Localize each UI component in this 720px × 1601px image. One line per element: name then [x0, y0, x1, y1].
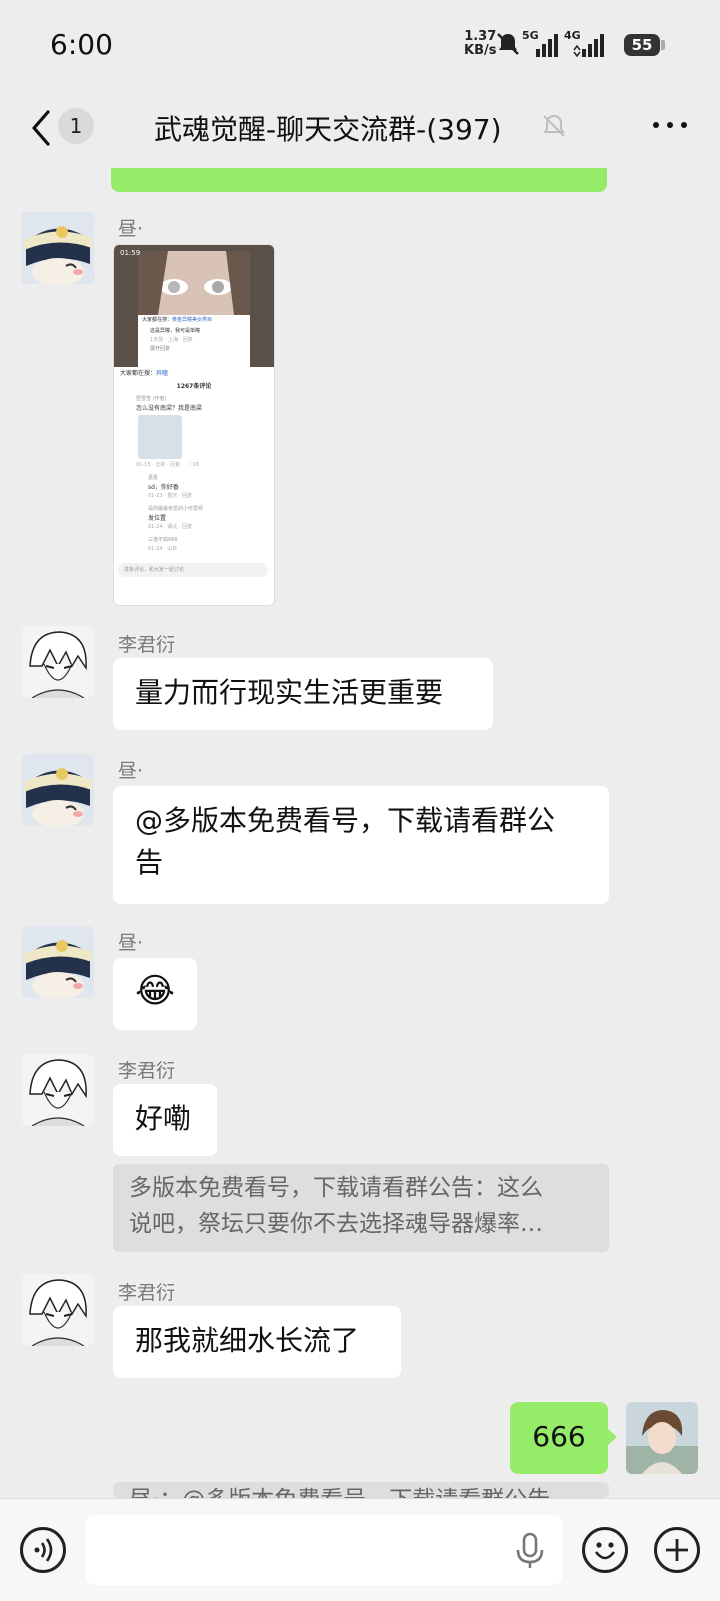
network-speed-value: 1.37 — [464, 29, 497, 44]
signal-5g-icon — [536, 34, 558, 57]
emoji-icon[interactable] — [582, 1527, 628, 1573]
quoted-text-line: 说吧，祭坛只要你不去选择魂导器爆率… — [129, 1211, 543, 1237]
screenshot-comment-count: 1267条评论 — [176, 383, 212, 390]
screenshot-comment-likes: 16 — [192, 462, 199, 468]
message-text-line: 告 — [135, 846, 164, 879]
screenshot-overlay-reply: 这是异瞳，我可是单瞳 — [150, 328, 201, 334]
message-input[interactable] — [86, 1515, 562, 1585]
message-bubble[interactable]: 量力而行现实生活更重要 — [113, 658, 493, 730]
screenshot-comment-meta: 01-15 · 北京 · 回复 — [136, 462, 181, 468]
previous-message-bubble-partial[interactable] — [111, 168, 607, 192]
network-speed: 1.37 KB/s — [464, 30, 496, 58]
sender-name: 昼· — [118, 218, 144, 240]
plus-icon[interactable] — [654, 1527, 700, 1573]
shared-screenshot-image[interactable]: 01:59 大家都在搜：黄金异瞳美女类目 这是异瞳，我可是单瞳 1天前 · 上海… — [113, 244, 275, 606]
status-time: 6:00 — [50, 28, 113, 61]
screenshot-reply-meta: 01-24 · 山东 — [148, 546, 178, 552]
sender-name: 李君衍 — [118, 1282, 176, 1304]
unread-count-badge[interactable]: 1 — [58, 108, 94, 144]
sender-name: 李君衍 — [118, 1060, 176, 1082]
screenshot-reply-meta: 01-24 · 湖北 · 回复 — [148, 524, 193, 530]
mute-status-icon — [497, 33, 519, 55]
screenshot-reply-meta: 01-23 · 重庆 · 回复 — [148, 493, 193, 499]
screenshot-time: 01:59 — [120, 249, 141, 257]
message-bubble[interactable]: 那我就细水长流了 — [113, 1306, 401, 1378]
screenshot-comment-input: 发条评论，和大家一起讨论 — [118, 563, 268, 577]
emoji-message-bubble[interactable]: 😂 — [113, 958, 197, 1030]
avatar-zhou[interactable] — [22, 754, 94, 826]
screenshot-comment-user: 昼雪雪 (作者) — [136, 396, 167, 402]
sender-name: 昼· — [118, 760, 144, 782]
screenshot-overlay-meta: 1天前 · 上海 · 回复 — [150, 337, 193, 343]
screenshot-comment-text: 怎么没有南梁？我是南梁 — [136, 405, 203, 412]
battery-indicator: 55 — [624, 34, 660, 56]
chevron-left-icon[interactable] — [28, 108, 58, 148]
quoted-message-partial[interactable]: 昼·：@多版本免费看号，下载请看群公告 — [113, 1482, 609, 1498]
screenshot-overlay-label: 大家都在搜： — [142, 317, 173, 323]
screenshot-reply-user: 是你最最亲爱的小可爱呀 — [148, 506, 204, 512]
screenshot-reply-user: 嘉嘉 — [148, 475, 159, 481]
message-bubble[interactable]: 好嘞 — [113, 1084, 217, 1156]
message-text-line: @多版本免费看号，下载请看群公 — [135, 804, 556, 837]
microphone-icon[interactable] — [514, 1532, 546, 1570]
voice-icon[interactable] — [20, 1527, 66, 1573]
screenshot-search-query: 异瞳 — [156, 370, 169, 377]
sender-name: 李君衍 — [118, 634, 176, 656]
screenshot-reply-text: sd，你好香 — [148, 484, 179, 491]
avatar-zhou[interactable] — [22, 926, 94, 998]
battery-tip — [661, 40, 665, 50]
avatar-li-junyan[interactable] — [22, 1054, 94, 1126]
quoted-text-line: 多版本免费看号，下载请看群公告：这么 — [129, 1175, 543, 1201]
message-bubble[interactable]: @多版本免费看号，下载请看群公 告 — [113, 786, 609, 904]
chat-title: 武魂觉醒-聊天交流群-(397) — [154, 113, 502, 146]
signal-4g-icon — [573, 34, 604, 58]
avatar-me[interactable] — [626, 1402, 698, 1474]
network-speed-unit: KB/s — [464, 43, 497, 58]
my-message-bubble[interactable]: 666 — [510, 1402, 608, 1474]
screenshot-overlay-query: 黄金异瞳美女类目 — [172, 317, 213, 323]
bubble-tail — [607, 1428, 617, 1446]
screenshot-reply-text: 发位置 — [148, 515, 167, 522]
screenshot-reply-user: 三连不如666 — [148, 537, 178, 543]
mute-bell-icon — [543, 114, 565, 137]
avatar-li-junyan[interactable] — [22, 626, 94, 698]
quoted-message[interactable]: 多版本免费看号，下载请看群公告：这么 说吧，祭坛只要你不去选择魂导器爆率… — [113, 1164, 609, 1252]
sender-name: 昼· — [118, 932, 144, 954]
avatar-li-junyan[interactable] — [22, 1274, 94, 1346]
avatar-zhou[interactable] — [22, 212, 94, 284]
screenshot-search-label: 大家都在搜： — [120, 370, 157, 377]
more-dots-icon[interactable] — [650, 110, 690, 140]
screenshot-overlay-expand: 展开回复 — [150, 346, 171, 352]
